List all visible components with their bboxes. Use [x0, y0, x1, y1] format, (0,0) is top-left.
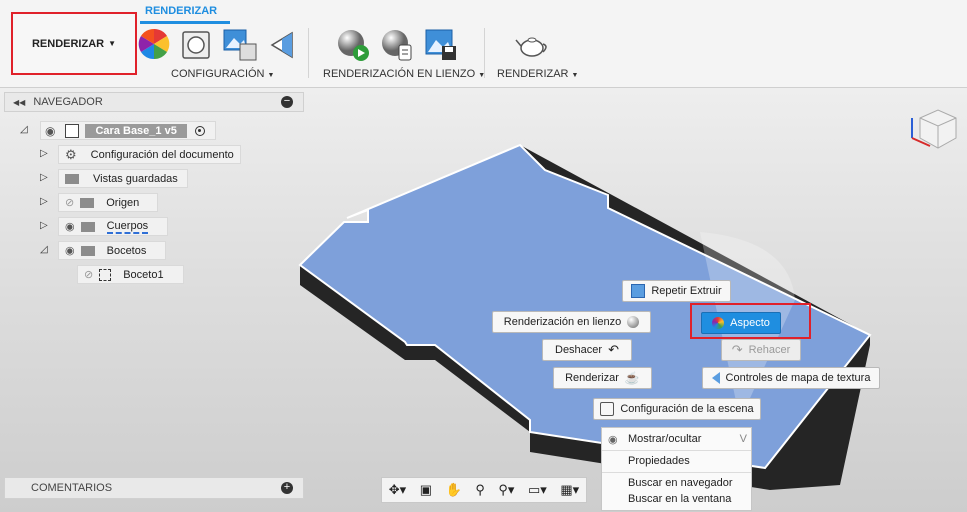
render-teapot-icon[interactable]	[514, 30, 550, 60]
browser-item-label: Boceto1	[123, 268, 164, 281]
expand-triangle-icon[interactable]: ◿	[40, 244, 48, 255]
chevron-down-icon: ▼	[571, 72, 579, 79]
component-box-icon	[65, 123, 80, 138]
chevron-down-icon: ▼	[108, 39, 117, 48]
eye-hidden-icon[interactable]: ⊘	[65, 196, 74, 209]
teapot-icon: ☕	[624, 371, 640, 385]
look-at-icon[interactable]: ▣	[420, 482, 432, 498]
eye-icon[interactable]: ◉	[45, 124, 55, 138]
in-canvas-render-button[interactable]: Renderización en lienzo	[492, 311, 651, 333]
expand-triangle-icon[interactable]: ▷	[40, 172, 48, 183]
display-settings-icon[interactable]: ▭▾	[528, 482, 547, 498]
capture-image-icon[interactable]	[424, 28, 458, 62]
root-label: Cara Base_1 v5	[85, 123, 187, 138]
browser-item-sketches[interactable]: ◉ Bocetos	[58, 241, 166, 260]
render-button[interactable]: Renderizar ☕	[553, 367, 652, 389]
decal-icon[interactable]	[268, 29, 298, 61]
toolbar-divider	[484, 28, 485, 78]
pan-hand-icon[interactable]: ✋	[446, 482, 462, 498]
redo-arrow-icon: ↷	[731, 342, 743, 357]
shortcut-label: V	[739, 433, 747, 445]
menu-item-find-in-window[interactable]: Buscar en la ventana	[602, 490, 753, 508]
undo-arrow-icon: ↶	[608, 342, 619, 357]
grid-icon[interactable]: ▦▾	[560, 482, 579, 498]
add-comment-icon[interactable]: +	[281, 482, 293, 494]
minus-circle-icon[interactable]: −	[281, 96, 293, 108]
color-wheel-icon	[712, 317, 725, 329]
workspace-label: RENDERIZAR	[31, 37, 105, 50]
expand-triangle-icon[interactable]: ▷	[40, 220, 48, 231]
in-canvas-settings-icon[interactable]	[380, 28, 414, 62]
texture-map-controls-button[interactable]: Controles de mapa de textura	[702, 367, 880, 389]
comments-title: COMENTARIOS	[31, 482, 113, 494]
tab-render[interactable]: RENDERIZAR	[145, 5, 217, 17]
view-cube-icon[interactable]	[904, 100, 960, 156]
browser-item-document-settings[interactable]: ⚙ Configuración del documento	[58, 145, 241, 164]
workspace-switcher-button[interactable]: RENDERIZAR ▼	[11, 12, 137, 75]
orbit-icon[interactable]: ✥▾	[389, 482, 406, 498]
zoom-window-icon[interactable]: ⚲▾	[498, 482, 514, 498]
folder-icon	[80, 245, 95, 256]
expand-triangle-icon[interactable]: ▷	[40, 148, 48, 159]
browser-root-node[interactable]: ◉ Cara Base_1 v5	[40, 121, 216, 140]
browser-title: NAVEGADOR	[33, 96, 103, 108]
scene-settings-icon	[600, 402, 615, 416]
eye-icon: ◉	[608, 433, 618, 446]
browser-item-label: Vistas guardadas	[93, 172, 178, 185]
browser-item-named-views[interactable]: Vistas guardadas	[58, 169, 188, 188]
menu-item-show-hide[interactable]: ◉ Mostrar/ocultar V	[602, 430, 753, 448]
scene-settings-button[interactable]: Configuración de la escena	[593, 398, 761, 420]
menu-divider	[602, 450, 751, 451]
navigation-bar: ✥▾ ▣ ✋ ⚲ ⚲▾ ▭▾ ▦▾	[381, 477, 587, 503]
active-tab-indicator	[140, 21, 230, 24]
zoom-icon[interactable]: ⚲	[475, 482, 485, 498]
browser-item-bodies[interactable]: ◉ Cuerpos	[58, 217, 168, 236]
collapse-arrows-icon[interactable]: ◀◀	[13, 98, 25, 107]
appearance-icon[interactable]	[138, 28, 170, 60]
toolbar-divider	[308, 28, 309, 78]
extrude-icon	[631, 284, 646, 298]
physical-material-icon[interactable]	[180, 29, 212, 61]
chevron-down-icon: ▼	[267, 72, 275, 79]
texture-map-icon[interactable]	[222, 28, 258, 62]
browser-item-label: Cuerpos	[106, 219, 149, 234]
folder-icon	[80, 197, 95, 208]
eye-hidden-icon[interactable]: ⊘	[84, 268, 93, 281]
folder-icon	[65, 173, 79, 184]
gear-icon: ⚙	[65, 146, 77, 162]
in-canvas-group-label[interactable]: RENDERIZACIÓN EN LIENZO ▼	[323, 68, 485, 80]
menu-divider	[602, 472, 751, 473]
browser-item-origin[interactable]: ⊘ Origen	[58, 193, 158, 212]
appearance-button[interactable]: Aspecto	[701, 312, 781, 334]
browser-item-sketch1[interactable]: ⊘ Boceto1	[77, 265, 184, 284]
folder-icon	[80, 221, 95, 232]
browser-item-label: Bocetos	[106, 244, 147, 257]
eye-icon[interactable]: ◉	[65, 244, 75, 257]
expand-triangle-icon[interactable]: ◿	[20, 124, 28, 135]
browser-header[interactable]: ◀◀ NAVEGADOR −	[4, 92, 304, 112]
menu-item-properties[interactable]: Propiedades	[602, 452, 753, 470]
undo-button[interactable]: Deshacer ↶	[542, 339, 632, 361]
sketch-icon	[99, 268, 112, 281]
expand-triangle-icon[interactable]: ▷	[40, 196, 48, 207]
activate-radio-icon[interactable]	[194, 125, 205, 136]
render-sphere-icon	[627, 316, 640, 328]
render-group-label[interactable]: RENDERIZAR ▼	[497, 68, 578, 80]
setup-group-label[interactable]: CONFIGURACIÓN ▼	[171, 68, 274, 80]
eye-icon[interactable]: ◉	[65, 220, 75, 233]
comments-panel-header[interactable]: COMENTARIOS +	[4, 477, 304, 499]
in-canvas-render-icon[interactable]	[336, 28, 370, 62]
texture-map-icon	[711, 372, 720, 384]
redo-button[interactable]: ↷ Rehacer	[721, 339, 801, 361]
browser-item-label: Origen	[106, 196, 140, 209]
browser-item-label: Configuración del documento	[90, 148, 234, 161]
repeat-extrude-button[interactable]: Repetir Extruir	[622, 280, 731, 302]
context-menu: ◉ Mostrar/ocultar V Propiedades Buscar e…	[601, 427, 752, 511]
